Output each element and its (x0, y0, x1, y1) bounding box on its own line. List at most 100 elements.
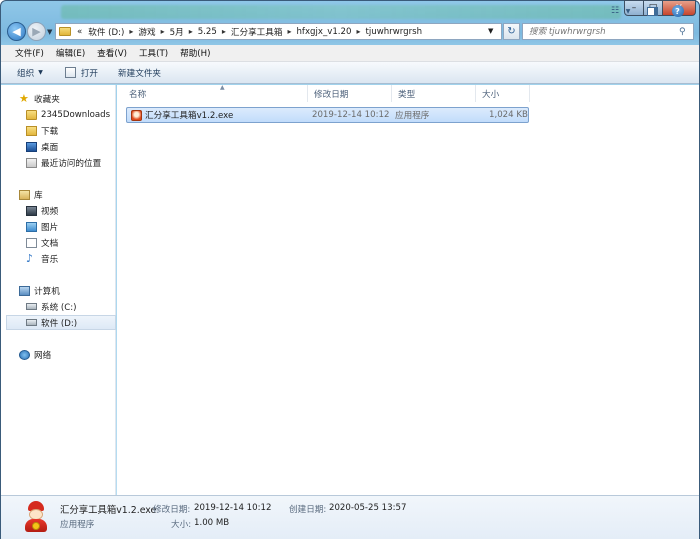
menu-help[interactable]: 帮助(H) (174, 47, 216, 59)
refresh-button[interactable]: ↻ (503, 23, 520, 40)
view-list-icon: ☷ (610, 6, 620, 16)
change-view-button[interactable]: ☷ (608, 3, 622, 19)
file-name-cell: 汇分享工具箱v1.2.exe (131, 108, 233, 122)
preview-pane-icon (647, 6, 658, 16)
address-bar[interactable]: « 软件 (D:) ▸ 游戏 ▸ 5月 ▸ 5.25 ▸ 汇分享工具箱 ▸ hf… (55, 23, 502, 40)
details-modified-label: 修改日期: (153, 505, 191, 515)
recent-pages-dropdown[interactable]: ▼ (47, 28, 52, 36)
application-icon (131, 109, 142, 121)
menu-bar: 文件(F) 编辑(E) 查看(V) 工具(T) 帮助(H) (1, 45, 699, 62)
new-folder-button[interactable]: 新建文件夹 (110, 64, 169, 82)
details-size-value: 1.00 MB (194, 518, 230, 528)
nav-label: 音乐 (41, 254, 59, 265)
chevron-right-icon[interactable]: ▸ (285, 27, 293, 36)
nav-item-desktop[interactable]: 桌面 (26, 139, 116, 154)
library-icon (19, 189, 30, 200)
nav-item-documents[interactable]: 文档 (26, 235, 116, 250)
organize-button[interactable]: 组织 ▼ (9, 64, 51, 82)
breadcrumb-item[interactable]: 汇分享工具箱 (228, 24, 286, 39)
breadcrumb-item[interactable]: 软件 (D:) (85, 24, 127, 39)
menu-edit[interactable]: 编辑(E) (50, 47, 91, 59)
menu-tools[interactable]: 工具(T) (133, 47, 174, 59)
details-type: 应用程序 (60, 520, 95, 530)
chevron-right-icon[interactable]: ▸ (220, 27, 228, 36)
address-history-dropdown[interactable]: ▼ (488, 27, 493, 35)
navigation-pane: ★ 收藏夹 2345Downloads 下载 桌面 最近访问的位置 库 视频 图… (1, 85, 116, 495)
nav-label: 2345Downloads (41, 109, 111, 120)
chevron-down-icon: ▼ (625, 7, 631, 15)
music-icon: ♪ (26, 252, 34, 265)
column-label: 类型 (398, 89, 416, 100)
nav-label: 视频 (41, 206, 59, 217)
chevron-right-icon[interactable]: ▸ (127, 27, 135, 36)
document-icon (26, 237, 37, 248)
new-folder-label: 新建文件夹 (118, 68, 162, 79)
details-filename: 汇分享工具箱v1.2.exe (60, 505, 157, 516)
view-dropdown[interactable]: ▼ (624, 3, 632, 19)
nav-item-drive-c[interactable]: 系统 (C:) (26, 299, 116, 314)
nav-item-pictures[interactable]: 图片 (26, 219, 116, 234)
nav-computer[interactable]: 计算机 (19, 283, 116, 298)
menu-file[interactable]: 文件(F) (9, 47, 50, 59)
column-header-modified[interactable]: 修改日期 (308, 85, 392, 102)
breadcrumb-item[interactable]: 游戏 (135, 24, 158, 39)
star-icon: ★ (19, 92, 29, 105)
column-header-size[interactable]: 大小 (476, 85, 530, 102)
breadcrumb-item[interactable]: tjuwhrwrgrsh (363, 24, 426, 39)
breadcrumb-item[interactable]: hfxgjx_v1.20 (293, 24, 354, 39)
back-button[interactable]: ◀ (7, 22, 26, 41)
command-bar: 组织 ▼ 打开 新建文件夹 (1, 62, 699, 84)
breadcrumb-item[interactable]: 5月 (167, 24, 187, 39)
nav-favorites[interactable]: ★ 收藏夹 (19, 91, 116, 106)
details-pane: 汇分享工具箱v1.2.exe 应用程序 修改日期: 2019-12-14 10:… (1, 495, 699, 539)
file-name: 汇分享工具箱v1.2.exe (145, 111, 234, 121)
title-bar-background (61, 5, 621, 19)
nav-libraries[interactable]: 库 (19, 187, 116, 202)
nav-label: 文档 (41, 238, 59, 249)
open-button[interactable]: 打开 (57, 64, 106, 82)
file-list: 名称 ▲ 修改日期 类型 大小 汇分享工具箱v1.2.exe 2019-12-1… (117, 84, 699, 495)
arrow-right-icon: ▶ (32, 25, 41, 38)
folder-icon (26, 109, 37, 120)
nav-label: 收藏夹 (34, 94, 60, 105)
search-box[interactable]: ⚲ (522, 23, 694, 40)
nav-label: 网络 (34, 350, 52, 361)
open-icon (64, 67, 76, 78)
file-size: 1,024 KB (489, 110, 528, 120)
chevron-right-icon[interactable]: ▸ (354, 27, 362, 36)
chevron-right-icon[interactable]: ▸ (187, 27, 195, 36)
help-button[interactable]: ? (671, 3, 684, 19)
recent-places-icon (26, 157, 37, 168)
nav-item-music[interactable]: ♪ 音乐 (26, 251, 116, 266)
breadcrumb-item[interactable]: 5.25 (195, 24, 220, 39)
file-row[interactable]: 汇分享工具箱v1.2.exe 2019-12-14 10:12 应用程序 1,0… (126, 107, 529, 123)
nav-label: 桌面 (41, 142, 59, 153)
pictures-icon (26, 221, 37, 232)
nav-label: 库 (34, 190, 43, 201)
search-input[interactable] (529, 26, 679, 37)
column-label: 大小 (482, 89, 500, 100)
nav-label: 软件 (D:) (41, 318, 78, 329)
forward-button[interactable]: ▶ (27, 22, 46, 41)
menu-view[interactable]: 查看(V) (91, 47, 133, 59)
breadcrumb-overflow[interactable]: « (74, 24, 85, 39)
nav-network[interactable]: 网络 (19, 347, 116, 362)
preview-pane-button[interactable] (646, 3, 659, 19)
nav-item-recent-places[interactable]: 最近访问的位置 (26, 155, 116, 170)
drive-icon (26, 303, 37, 310)
column-header-type[interactable]: 类型 (392, 85, 476, 102)
nav-item-drive-d[interactable]: 软件 (D:) (6, 315, 116, 330)
search-icon[interactable]: ⚲ (679, 27, 686, 37)
nav-item-videos[interactable]: 视频 (26, 203, 116, 218)
chevron-right-icon[interactable]: ▸ (159, 27, 167, 36)
computer-icon (19, 285, 30, 296)
sort-ascending-icon: ▲ (220, 84, 225, 91)
application-large-icon (21, 500, 51, 532)
nav-label: 计算机 (34, 286, 60, 297)
organize-label: 组织 (17, 68, 35, 79)
column-label: 名称 (129, 89, 147, 100)
column-header-name[interactable]: 名称 ▲ (123, 84, 308, 102)
nav-item-2345downloads[interactable]: 2345Downloads (26, 107, 116, 122)
nav-item-downloads[interactable]: 下载 (26, 123, 116, 138)
details-created-value: 2020-05-25 13:57 (329, 503, 407, 513)
